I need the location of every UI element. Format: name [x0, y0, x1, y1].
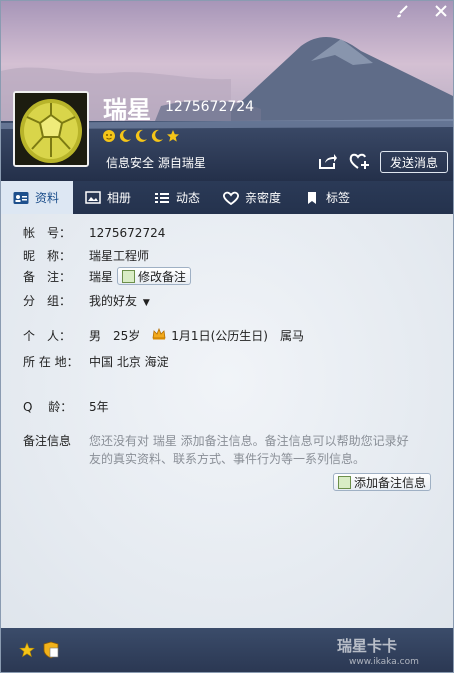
- star-level-icon: [167, 130, 179, 142]
- bottom-toolbar: 瑞星卡卡 www.ikaka.com: [1, 628, 453, 672]
- skin-brush-icon[interactable]: [395, 5, 409, 23]
- qq-age-label: Q 龄：: [23, 400, 73, 414]
- moon-level-icon: [119, 129, 131, 142]
- nickname-value: 瑞星工程师: [89, 249, 150, 263]
- profile-window: 瑞星 1275672724 信息安全 源自瑞星 发送消息 资料 相册 动态 亲密…: [0, 0, 454, 673]
- zodiac-value: 属马: [279, 329, 304, 343]
- qq-age-row: Q 龄： 5年: [23, 398, 109, 415]
- close-icon[interactable]: [435, 5, 447, 23]
- edit-remark-button[interactable]: 修改备注: [117, 267, 192, 285]
- personal-label: 个 人：: [23, 329, 72, 343]
- edit-note-icon: [122, 269, 136, 283]
- crown-icon: [152, 327, 166, 343]
- profile-info-panel: 帐 号： 1275672724 昵 称： 瑞星工程师 备 注： 瑞星 修改备注 …: [1, 214, 453, 628]
- feed-list-icon: [155, 192, 170, 203]
- watermark-title: 瑞星卡卡: [337, 637, 397, 655]
- watermark-url: www.ikaka.com: [349, 657, 419, 667]
- account-row: 帐 号： 1275672724: [23, 224, 165, 241]
- shield-user-icon[interactable]: [42, 641, 60, 662]
- moon-level-icon: [135, 129, 147, 142]
- age-value: 25岁: [113, 329, 141, 343]
- level-badges: [102, 129, 180, 143]
- edit-note-icon: [338, 475, 351, 489]
- tab-feed[interactable]: 动态: [142, 181, 211, 214]
- nickname-row: 昵 称： 瑞星工程师: [23, 247, 149, 264]
- contact-name: 瑞星: [103, 96, 151, 124]
- dropdown-arrow-icon: ▼: [142, 298, 150, 308]
- remark-info-text: 您还没有对 瑞星 添加备注信息。备注信息可以帮助您记录好友的真实资料、联系方式、…: [89, 434, 409, 466]
- send-message-button[interactable]: 发送消息: [380, 151, 448, 173]
- profile-card-icon: [13, 191, 29, 204]
- share-icon[interactable]: [318, 152, 338, 173]
- remark-row: 备 注： 瑞星 修改备注: [23, 267, 192, 285]
- qq-age-value: 5年: [89, 400, 109, 414]
- contact-account-number: 1275672724: [165, 99, 255, 115]
- bookmark-icon: [308, 191, 317, 204]
- remark-value: 瑞星: [89, 269, 114, 284]
- watermark-logo: 瑞星卡卡 www.ikaka.com: [337, 637, 419, 667]
- group-select[interactable]: 我的好友 ▼: [89, 292, 150, 309]
- remark-info-row: 备注信息: [23, 432, 89, 449]
- account-label: 帐 号：: [23, 226, 72, 240]
- tab-tags[interactable]: 标签: [292, 181, 361, 214]
- sun-level-icon: [103, 130, 115, 142]
- add-remark-button[interactable]: 添加备注信息: [333, 473, 432, 491]
- moon-level-icon: [151, 129, 163, 142]
- nickname-label: 昵 称：: [23, 249, 72, 263]
- heart-icon: [223, 191, 240, 205]
- group-row: 分 组： 我的好友 ▼: [23, 292, 150, 309]
- location-row: 所 在 地： 中国 北京 海淀: [23, 353, 169, 370]
- remark-label: 备 注：: [23, 269, 72, 284]
- remark-info-label: 备注信息: [23, 434, 72, 448]
- profile-header: 瑞星 1275672724 信息安全 源自瑞星 发送消息: [1, 1, 453, 181]
- account-value: 1275672724: [89, 225, 166, 240]
- tab-profile[interactable]: 资料: [1, 181, 73, 214]
- gender-value: 男: [89, 329, 102, 343]
- group-label: 分 组：: [23, 294, 72, 308]
- turtle-shell-avatar-icon: [15, 93, 87, 165]
- location-value: 中国 北京 海淀: [89, 355, 169, 369]
- tab-intimacy[interactable]: 亲密度: [211, 181, 292, 214]
- security-slogan: 信息安全 源自瑞星: [106, 156, 206, 170]
- avatar[interactable]: [13, 91, 89, 167]
- location-label: 所 在 地：: [23, 355, 79, 369]
- photo-album-icon: [85, 190, 101, 204]
- add-favorite-heart-icon[interactable]: [349, 152, 371, 173]
- birthday-value: 1月1日(公历生日): [171, 329, 268, 343]
- star-icon[interactable]: [19, 642, 35, 661]
- tab-album[interactable]: 相册: [73, 181, 142, 214]
- profile-tabs: 资料 相册 动态 亲密度 标签: [1, 181, 453, 214]
- personal-row: 个 人： 男 25岁 1月1日(公历生日) 属马: [23, 327, 304, 344]
